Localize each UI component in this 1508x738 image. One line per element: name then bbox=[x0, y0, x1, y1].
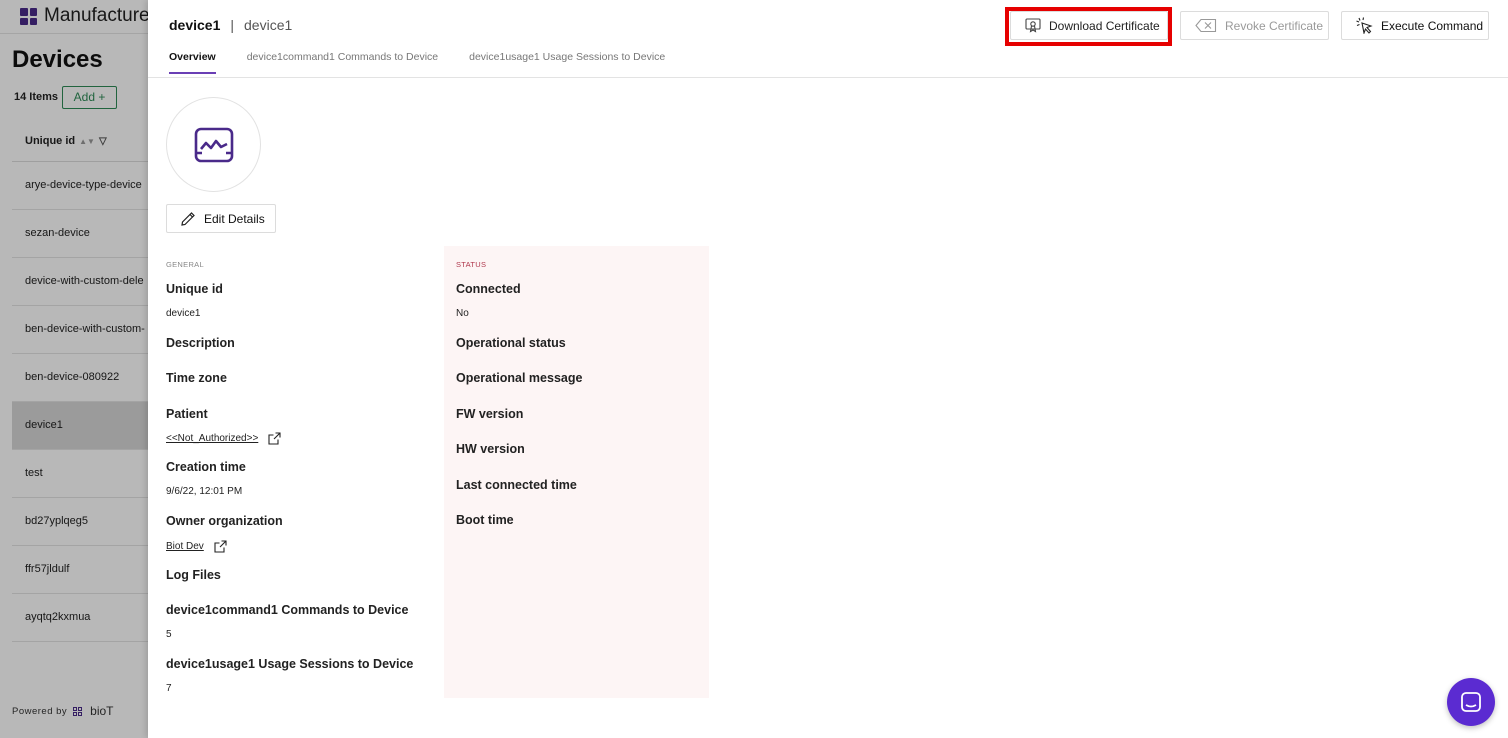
status-panel bbox=[444, 246, 709, 698]
creation-time-value: 9/6/22, 12:01 PM bbox=[166, 486, 243, 497]
operational-message-label: Operational message bbox=[456, 371, 583, 385]
unique-id-label: Unique id bbox=[166, 282, 223, 296]
tab-bar: Overview device1command1 Commands to Dev… bbox=[169, 51, 665, 74]
edit-details-label: Edit Details bbox=[204, 211, 265, 226]
drawer-header: device1 | device1 Overview device1comman… bbox=[148, 0, 1508, 78]
owner-organization-label: Owner organization bbox=[166, 514, 283, 528]
commands-value: 5 bbox=[166, 629, 172, 640]
patient-label: Patient bbox=[166, 407, 208, 421]
pencil-icon bbox=[181, 211, 195, 226]
usage-sessions-label: device1usage1 Usage Sessions to Device bbox=[166, 657, 414, 671]
log-files-label: Log Files bbox=[166, 568, 221, 582]
breadcrumb-secondary: device1 bbox=[244, 17, 293, 33]
hw-version-label: HW version bbox=[456, 442, 525, 456]
device-avatar bbox=[166, 97, 261, 192]
patient-value[interactable]: <<Not_Authorized>> bbox=[166, 433, 258, 444]
download-certificate-button[interactable]: Download Certificate bbox=[1010, 11, 1168, 40]
breadcrumb: device1 | device1 bbox=[169, 17, 292, 33]
unique-id-value: device1 bbox=[166, 308, 201, 319]
chat-launcher-button[interactable] bbox=[1447, 678, 1495, 726]
fw-version-label: FW version bbox=[456, 407, 524, 421]
cursor-click-icon bbox=[1356, 17, 1373, 34]
owner-organization-link[interactable]: Biot Dev bbox=[166, 540, 227, 553]
device-monitor-icon bbox=[194, 127, 233, 162]
commands-label: device1command1 Commands to Device bbox=[166, 603, 409, 617]
revoke-certificate-button[interactable]: Revoke Certificate bbox=[1180, 11, 1329, 40]
connected-value: No bbox=[456, 308, 469, 319]
tab-usage-sessions[interactable]: device1usage1 Usage Sessions to Device bbox=[469, 51, 665, 74]
description-label: Description bbox=[166, 336, 235, 350]
breadcrumb-primary: device1 bbox=[169, 17, 221, 33]
boot-time-label: Boot time bbox=[456, 513, 514, 527]
download-certificate-label: Download Certificate bbox=[1049, 18, 1160, 33]
last-connected-time-label: Last connected time bbox=[456, 478, 577, 492]
time-zone-label: Time zone bbox=[166, 371, 227, 385]
edit-details-button[interactable]: Edit Details bbox=[166, 204, 276, 233]
execute-command-label: Execute Command bbox=[1381, 18, 1484, 33]
connected-label: Connected bbox=[456, 282, 521, 296]
tab-commands[interactable]: device1command1 Commands to Device bbox=[247, 51, 438, 74]
execute-command-button[interactable]: Execute Command bbox=[1341, 11, 1489, 40]
creation-time-label: Creation time bbox=[166, 460, 246, 474]
general-section-label: GENERAL bbox=[166, 260, 204, 269]
status-section-label: STATUS bbox=[456, 260, 487, 269]
owner-organization-value[interactable]: Biot Dev bbox=[166, 541, 204, 552]
operational-status-label: Operational status bbox=[456, 336, 566, 350]
revoke-icon bbox=[1195, 18, 1217, 33]
tab-overview[interactable]: Overview bbox=[169, 51, 216, 74]
chat-icon bbox=[1461, 692, 1481, 712]
patient-link[interactable]: <<Not_Authorized>> bbox=[166, 432, 281, 445]
breadcrumb-separator: | bbox=[230, 17, 235, 33]
device-details-drawer: device1 | device1 Overview device1comman… bbox=[148, 0, 1508, 738]
revoke-certificate-label: Revoke Certificate bbox=[1225, 18, 1324, 33]
usage-sessions-value: 7 bbox=[166, 683, 172, 694]
external-link-icon[interactable] bbox=[214, 540, 227, 553]
external-link-icon[interactable] bbox=[268, 432, 281, 445]
certificate-icon bbox=[1025, 18, 1041, 33]
